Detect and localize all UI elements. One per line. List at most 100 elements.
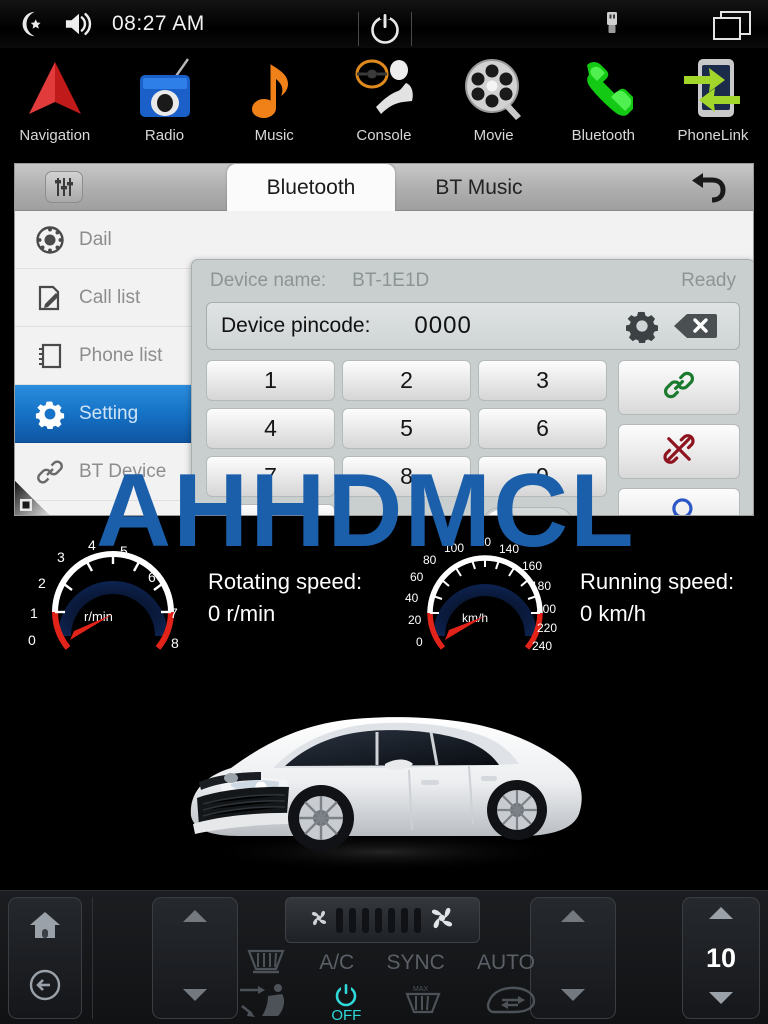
tab-bt-music[interactable]: BT Music (395, 164, 563, 211)
app-radio[interactable]: Radio (110, 48, 220, 144)
back-circle-icon[interactable] (28, 968, 62, 1007)
svg-text:60: 60 (410, 570, 424, 584)
back-arrow-icon[interactable] (685, 169, 731, 207)
fan-segment (414, 907, 421, 933)
left-temp-control[interactable] (152, 897, 238, 1019)
chevron-down-icon[interactable] (560, 987, 586, 1008)
svg-text:6: 6 (148, 569, 156, 585)
app-label: Navigation (19, 127, 91, 144)
sidebar-item-call-list[interactable]: Call list (15, 269, 191, 327)
key-8[interactable]: 8 (342, 456, 471, 497)
svg-text:5: 5 (120, 543, 128, 559)
app-label: Music (254, 127, 294, 144)
svg-text:240: 240 (532, 639, 552, 653)
fan-icon-large (427, 903, 457, 938)
windows-icon[interactable] (712, 10, 752, 42)
chevron-down-icon[interactable] (182, 987, 208, 1008)
volume-up-icon[interactable] (708, 906, 734, 926)
tab-bluetooth[interactable]: Bluetooth (227, 164, 395, 211)
moon-star-icon[interactable] (14, 7, 48, 41)
speedometer-value: 0 km/h (580, 601, 647, 626)
key-7[interactable]: 7 (206, 456, 335, 497)
status-divider-left (358, 12, 359, 46)
device-status: Ready (681, 270, 736, 291)
power-icon[interactable] (363, 7, 407, 51)
app-console[interactable]: Console (329, 48, 439, 144)
gear-icon[interactable] (619, 309, 665, 343)
chevron-up-icon[interactable] (560, 908, 586, 929)
fan-icon-small (308, 907, 330, 934)
svg-text:8: 8 (171, 635, 179, 651)
right-temp-control[interactable] (530, 897, 616, 1019)
device-name-label: Device name: (210, 270, 327, 291)
rear-defrost-icon[interactable] (245, 945, 287, 980)
home-icon[interactable] (28, 909, 62, 946)
climate-power-state: OFF (331, 1006, 362, 1024)
backspace-icon[interactable] (665, 313, 725, 339)
ac-button[interactable]: A/C (319, 951, 354, 975)
app-dock: Navigation Radio Music Console Movie Blu… (0, 48, 768, 156)
infotainment-screen: 08:27 AM Navigation Radio Music Console … (0, 0, 768, 1024)
app-label: Console (356, 127, 412, 144)
music-note-icon (244, 52, 304, 126)
speedometer-title: Running speed: (580, 569, 735, 594)
keypad-row: 1 2 3 (206, 360, 608, 401)
gauge-cluster: 0 1 2 3 4 5 6 7 8 r/min Rotating speed: … (0, 520, 768, 680)
pincode-field[interactable]: Device pincode: 0000 (206, 302, 740, 350)
auto-answer-toggle[interactable]: × (481, 506, 574, 515)
equalizer-icon[interactable] (45, 171, 83, 203)
svg-text:MAX: MAX (413, 986, 429, 993)
airflow-seat-icon[interactable] (238, 980, 292, 1024)
speedo-unit: km/h (462, 611, 488, 625)
volume-down-icon[interactable] (708, 990, 734, 1010)
sidebar-item-dail[interactable]: Dail (15, 211, 191, 269)
volume-icon[interactable] (62, 7, 96, 41)
fan-segment (362, 907, 369, 933)
svg-text:0: 0 (416, 635, 423, 649)
chevron-up-icon[interactable] (182, 908, 208, 929)
connect-button[interactable] (618, 360, 740, 415)
volume-control-panel[interactable]: 10 (682, 897, 760, 1019)
key-9[interactable]: 9 (478, 456, 607, 497)
disconnect-link-icon (662, 432, 696, 471)
svg-text:20: 20 (408, 613, 422, 627)
key-1[interactable]: 1 (206, 360, 335, 401)
max-defrost-icon[interactable]: MAX (401, 982, 445, 1023)
fan-speed-slider[interactable] (285, 897, 480, 943)
key-6[interactable]: 6 (478, 408, 607, 449)
key-5[interactable]: 5 (342, 408, 471, 449)
key-0[interactable]: 0 (206, 504, 335, 515)
disconnect-button[interactable] (618, 424, 740, 479)
app-bluetooth[interactable]: Bluetooth (548, 48, 658, 144)
fan-segment (336, 907, 343, 933)
search-button[interactable] (618, 488, 740, 515)
app-phonelink[interactable]: PhoneLink (658, 48, 768, 144)
keypad-row-last: 0 Auto answer × (206, 504, 608, 515)
key-3[interactable]: 3 (478, 360, 607, 401)
phone-handset-icon (573, 52, 634, 126)
recirculation-icon[interactable] (484, 983, 538, 1022)
app-label: Bluetooth (571, 127, 635, 144)
app-movie[interactable]: Movie (439, 48, 549, 144)
tab-label: BT Music (435, 175, 523, 199)
app-navigation[interactable]: Navigation (0, 48, 110, 144)
auto-button[interactable]: AUTO (477, 951, 535, 975)
bluetooth-tabs: Bluetooth BT Music (227, 164, 563, 211)
power-icon (336, 982, 357, 1006)
sync-button[interactable]: SYNC (386, 951, 444, 975)
sidebar-item-setting[interactable]: Setting (15, 385, 191, 443)
key-4[interactable]: 4 (206, 408, 335, 449)
key-2[interactable]: 2 (342, 360, 471, 401)
app-music[interactable]: Music (219, 48, 329, 144)
volume-value: 10 (705, 942, 737, 973)
auto-answer-row: Auto answer × (342, 504, 608, 515)
app-label: Radio (144, 127, 185, 144)
svg-text:40: 40 (405, 591, 419, 605)
sidebar-item-phone-list[interactable]: Phone list (15, 327, 191, 385)
climate-bottom-row: OFF MAX (238, 980, 538, 1024)
fan-segment (401, 907, 408, 933)
tachometer-value: 0 r/min (208, 601, 276, 626)
car-image (0, 668, 768, 890)
climate-power-button[interactable]: OFF (331, 982, 361, 1024)
tachometer-gauge: 0 1 2 3 4 5 6 7 8 r/min Rotating speed: … (28, 528, 362, 668)
